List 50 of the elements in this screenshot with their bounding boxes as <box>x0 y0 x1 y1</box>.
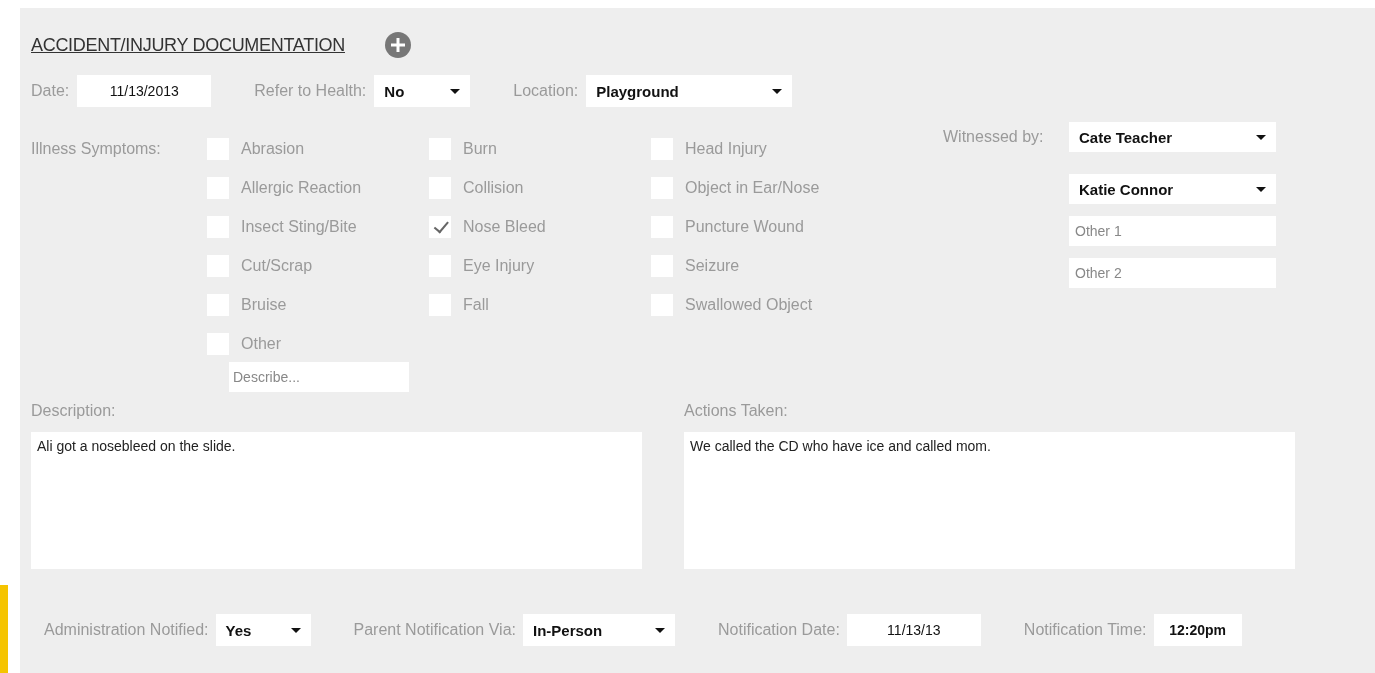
dropdown[interactable]: Katie Connor <box>1069 174 1276 204</box>
input-field[interactable]: 12:20pm <box>1153 614 1242 646</box>
checkbox-label: Collision <box>463 178 524 197</box>
checkbox-label: Insect Sting/Bite <box>241 217 357 236</box>
field-label: Illness Symptoms: <box>31 140 162 159</box>
field-label: Refer to Health: <box>254 82 367 100</box>
checkbox-label: Cut/Scrap <box>241 256 313 275</box>
field-label: Actions Taken: <box>684 402 789 420</box>
checkbox-label: Object in Ear/Nose <box>685 178 820 197</box>
checkbox-label: Burn <box>463 139 497 158</box>
field-label: Description: <box>31 402 117 420</box>
checkbox-label: Fall <box>463 295 489 314</box>
checkbox-label: Abrasion <box>241 139 305 158</box>
text-area[interactable]: We called the CD who have ice and called mom. <box>684 432 1295 569</box>
input-field[interactable]: Other 1 <box>1069 216 1276 246</box>
checkbox-label: Eye Injury <box>463 256 535 275</box>
field-label: Date: <box>31 82 70 100</box>
checkbox-label: Head Injury <box>685 139 767 158</box>
checkbox-label: Allergic Reaction <box>241 178 362 197</box>
dropdown[interactable]: Yes <box>215 614 311 646</box>
input-field[interactable]: Other 2 <box>1069 258 1276 288</box>
field-label: Location: <box>513 82 579 100</box>
caret-icon <box>1256 186 1266 192</box>
checkbox-label: Bruise <box>241 295 287 314</box>
checkbox[interactable] <box>429 215 451 238</box>
checkbox-label: Other <box>241 334 281 353</box>
checkbox-label: Seizure <box>685 256 740 275</box>
add-icon[interactable] <box>385 32 411 58</box>
checkbox-label: Puncture Wound <box>685 217 804 236</box>
field-label: Notification Date: <box>718 621 840 639</box>
caret-icon <box>290 627 301 633</box>
field-label: Parent Notification Via: <box>353 621 516 639</box>
caret-icon <box>655 627 665 633</box>
caret-icon <box>450 88 461 94</box>
dropdown[interactable]: Cate Teacher <box>1069 122 1276 152</box>
input-field[interactable]: 11/13/2013 <box>77 75 212 107</box>
caret-icon <box>772 88 783 94</box>
describe-field[interactable]: Describe... <box>229 362 409 392</box>
dropdown[interactable]: In-Person <box>523 614 675 646</box>
dropdown[interactable]: No <box>374 75 471 107</box>
input-field[interactable]: 11/13/13 <box>846 614 981 646</box>
caret-icon <box>1256 134 1266 140</box>
dropdown[interactable]: Playground <box>586 75 793 107</box>
field-label: Witnessed by: <box>943 128 1045 147</box>
checkbox-label: Nose Bleed <box>463 217 546 236</box>
checkbox-label: Swallowed Object <box>685 295 813 314</box>
text-area[interactable]: Ali got a nosebleed on the slide. <box>31 432 642 569</box>
field-label: Administration Notified: <box>44 621 209 639</box>
field-label: Notification Time: <box>1023 621 1147 639</box>
section-title: ACCIDENT/INJURY DOCUMENTATION <box>31 34 345 56</box>
